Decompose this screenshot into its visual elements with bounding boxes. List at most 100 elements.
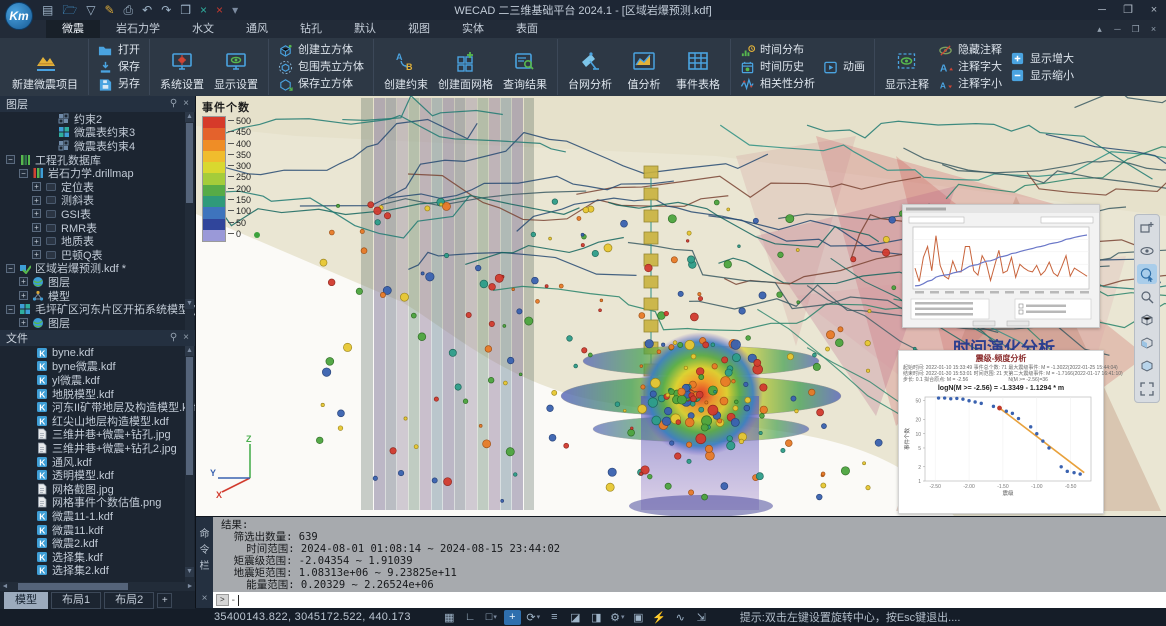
display-larger-button[interactable]: 显示增大 [1008, 51, 1076, 67]
print-icon[interactable]: ⎙ [124, 0, 134, 20]
orbit-button[interactable] [1137, 241, 1157, 261]
command-input[interactable]: > - [213, 592, 1166, 608]
expand-icon[interactable]: + [32, 182, 41, 191]
tab-表面[interactable]: 表面 [500, 20, 554, 38]
line-style-icon[interactable]: ≡ [546, 610, 563, 625]
annotation-font-larger-button[interactable]: A注释字大 [936, 59, 1004, 75]
file-list-item[interactable]: 三维井巷+微震+钻孔2.jpg [0, 441, 195, 455]
hide-annotation-button[interactable]: 隐藏注释 [936, 42, 1004, 58]
child-minimize-button[interactable]: ─ [1109, 20, 1126, 38]
add-layout-button[interactable]: + [157, 593, 172, 608]
eraser-icon[interactable]: ◪ [567, 610, 584, 625]
correlation-button[interactable]: 相关性分析 [738, 76, 817, 92]
layer-tree-item[interactable]: +定位表 [0, 180, 195, 194]
new-file-icon[interactable]: ▤ [42, 0, 53, 20]
tab-微震[interactable]: 微震 [46, 20, 100, 38]
close-icon[interactable]: × [202, 593, 208, 604]
create-constraint-button[interactable]: AB创建约束 [381, 40, 431, 94]
cube-solid-button[interactable] [1137, 356, 1157, 376]
scrollbar-thumb[interactable] [186, 123, 193, 203]
horizontal-scrollbar[interactable]: ◄ ► [0, 582, 195, 591]
display-settings-button[interactable]: 显示设置 [211, 40, 261, 94]
cube-icon[interactable]: ❒ [180, 0, 191, 20]
ortho-icon[interactable]: ∟ [462, 610, 479, 625]
scene-3d[interactable]: 事件个数 500450400350300250200150100500 ZXY … [196, 96, 1166, 516]
close-red-icon[interactable]: × [216, 0, 223, 20]
restore-up-button[interactable]: ▴ [1091, 20, 1108, 38]
create-mesh-button[interactable]: 创建面网格 [435, 40, 496, 94]
expand-icon[interactable]: + [32, 237, 41, 246]
value-analysis-button[interactable]: 值分析 [619, 40, 669, 94]
collapse-icon[interactable]: − [6, 264, 15, 273]
open-button[interactable]: 打开 [96, 42, 142, 58]
selection-mode-icon[interactable]: □▾ [483, 610, 500, 625]
event-table-button[interactable]: 事件表格 [673, 40, 723, 94]
scroll-up-icon[interactable]: ▲ [185, 112, 194, 122]
cube-face-button[interactable] [1137, 333, 1157, 353]
save-icon[interactable]: ▽ [86, 0, 95, 20]
magnitude-frequency-panel[interactable]: 震级-频度分析 起始时间: 2022-01-10 15:33:49 事件总个数:… [898, 350, 1104, 514]
tab-默认[interactable]: 默认 [338, 20, 392, 38]
scrollbar-thumb[interactable] [186, 357, 193, 475]
layer-tree-item[interactable]: −岩石力学.drillmap [0, 166, 195, 180]
delete-teal-icon[interactable]: × [200, 0, 207, 20]
collapse-icon[interactable]: − [6, 305, 15, 314]
layer-tree-item[interactable]: −毛坪矿区河东片区开拓系统模型 (1).k [0, 302, 195, 316]
scroll-right-icon[interactable]: ► [185, 583, 195, 590]
cube-display-icon[interactable]: ▣ [630, 610, 647, 625]
layer-tree-item[interactable]: +RMR表 [0, 221, 195, 235]
show-annotation-button[interactable]: 显示注释 [882, 40, 932, 94]
layer-tree-item[interactable]: −区域岩爆预测.kdf * [0, 262, 195, 276]
layer-tree-item[interactable]: +图层 [0, 316, 195, 330]
scrollbar-thumb[interactable] [18, 583, 128, 590]
time-distribution-button[interactable]: 时间分布 [738, 42, 817, 58]
rotate-mode-icon[interactable]: ⟳▾ [525, 610, 542, 625]
child-close-button[interactable]: × [1145, 20, 1162, 38]
layout-tab-布局1[interactable]: 布局1 [51, 592, 101, 609]
magnifier-button[interactable] [1137, 287, 1157, 307]
cube-wire-button[interactable] [1137, 310, 1157, 330]
bounding-cube-button[interactable]: 包围壳立方体 [276, 59, 366, 75]
dropdown-icon[interactable]: ▾ [232, 0, 238, 20]
tab-岩石力学[interactable]: 岩石力学 [100, 20, 176, 38]
query-results-button[interactable]: 查询结果 [500, 40, 550, 94]
display-smaller-button[interactable]: 显示缩小 [1008, 68, 1076, 84]
expand-icon[interactable]: + [32, 223, 41, 232]
save-cube-button[interactable]: 保存立方体 [276, 76, 366, 92]
scroll-up-icon[interactable]: ▲ [185, 346, 194, 356]
fullscreen-icon[interactable]: ⇲ [693, 610, 710, 625]
pin-icon[interactable]: ⚲ [170, 96, 177, 112]
new-project-button[interactable]: 新建微震项目 [9, 40, 81, 94]
chart-mode-icon[interactable]: ∿ [672, 610, 689, 625]
grid-icon[interactable]: ▦ [441, 610, 458, 625]
console-output[interactable]: 结果: 筛选出数量: 639 时间范围: 2024-08-01 01:08:14… [213, 517, 1166, 592]
tab-通风[interactable]: 通风 [230, 20, 284, 38]
export-icon[interactable]: ◨ [588, 610, 605, 625]
run-icon[interactable]: ⚡ [651, 610, 668, 625]
vertical-scrollbar[interactable]: ▲▼ [185, 346, 194, 582]
layer-tree-item[interactable]: +图层 [0, 275, 195, 289]
scroll-down-icon[interactable]: ▼ [185, 299, 194, 309]
expand-icon[interactable]: + [32, 250, 41, 259]
file-list-item[interactable]: K选择集2.kdf [0, 564, 195, 578]
console-tab[interactable]: 命令栏× [196, 517, 213, 608]
network-analysis-button[interactable]: 台网分析 [565, 40, 615, 94]
save-as-button[interactable]: 另存 [96, 76, 142, 92]
time-evolution-dialog[interactable] [902, 204, 1100, 328]
create-cube-button[interactable]: 创建立方体 [276, 42, 366, 58]
layout-tab-模型[interactable]: 模型 [4, 592, 48, 609]
time-history-button[interactable]: 时间历史 [738, 59, 817, 75]
maximize-button[interactable]: ❐ [1116, 0, 1140, 20]
expand-icon[interactable]: + [19, 291, 28, 300]
expand-icon[interactable]: + [32, 209, 41, 218]
collapse-icon[interactable]: − [19, 169, 28, 178]
close-icon[interactable]: × [183, 330, 189, 346]
pin-icon[interactable]: ⚲ [170, 330, 177, 346]
modify-icon[interactable]: ✎ [104, 0, 114, 20]
collapse-icon[interactable]: − [6, 155, 15, 164]
expand-icon[interactable]: + [32, 196, 41, 205]
vertical-scrollbar[interactable]: ▲▼ [185, 112, 194, 330]
layer-tree-item[interactable]: +测斜表 [0, 194, 195, 208]
expand-icon[interactable]: + [19, 277, 28, 286]
child-restore-button[interactable]: ❐ [1127, 20, 1144, 38]
